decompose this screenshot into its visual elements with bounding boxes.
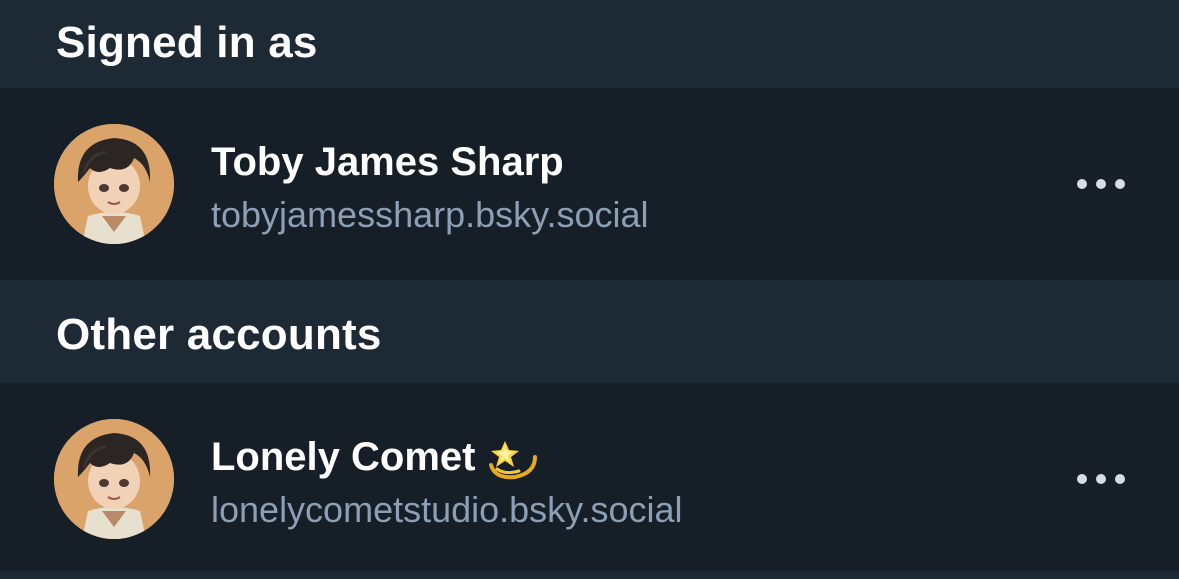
more-horizontal-icon <box>1096 179 1106 189</box>
section-header-other-accounts: Other accounts <box>0 280 1179 383</box>
account-name: Lonely Comet <box>211 435 541 483</box>
account-handle: tobyjamessharp.bsky.social <box>211 194 649 235</box>
avatar-illustration <box>54 419 174 539</box>
section-header-signed-in: Signed in as <box>0 0 1179 88</box>
account-handle: lonelycometstudio.bsky.social <box>211 489 683 530</box>
account-name: Toby James Sharp <box>211 140 564 184</box>
section-title-other-accounts: Other accounts <box>56 310 382 359</box>
dizzy-star-icon <box>489 441 538 480</box>
account-name-text: Lonely Comet <box>211 435 476 479</box>
section-title-signed-in: Signed in as <box>56 18 318 67</box>
avatar <box>54 419 174 539</box>
more-options-button[interactable] <box>1077 467 1125 491</box>
account-row-current[interactable]: Toby James Sharp tobyjamessharp.bsky.soc… <box>0 88 1179 280</box>
more-horizontal-icon <box>1096 474 1106 484</box>
more-horizontal-icon <box>1115 179 1125 189</box>
more-options-button[interactable] <box>1077 172 1125 196</box>
more-horizontal-icon <box>1077 474 1087 484</box>
more-horizontal-icon <box>1077 179 1087 189</box>
account-row-other[interactable]: Lonely Comet lonelycometstudio.bsky.soci… <box>0 383 1179 575</box>
more-horizontal-icon <box>1115 474 1125 484</box>
avatar <box>54 124 174 244</box>
avatar-illustration <box>54 124 174 244</box>
